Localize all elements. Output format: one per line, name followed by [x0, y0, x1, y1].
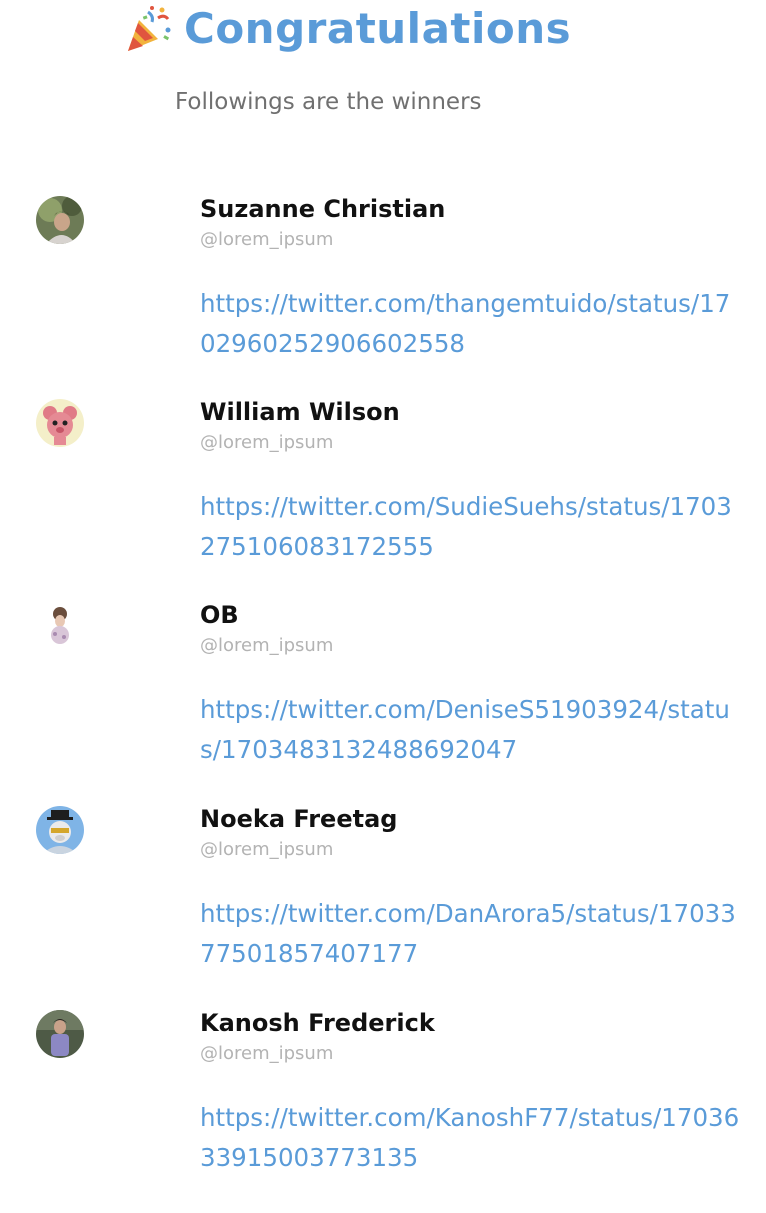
winner-handle[interactable]: @lorem_ipsum — [200, 837, 333, 863]
tweet-link[interactable]: https://twitter.com/KanoshF77/status/170… — [200, 1098, 745, 1178]
winner-name: Suzanne Christian — [200, 195, 446, 223]
winner-item: Suzanne Christian @lorem_ipsum https://t… — [0, 195, 766, 399]
winner-handle[interactable]: @lorem_ipsum — [200, 633, 333, 659]
party-popper-icon — [128, 6, 171, 51]
winner-handle[interactable]: @lorem_ipsum — [200, 430, 333, 456]
winner-item: Noeka Freetag @lorem_ipsum https://twitt… — [0, 805, 766, 1009]
tweet-link[interactable]: https://twitter.com/DeniseS51903924/stat… — [200, 690, 745, 770]
avatar — [36, 1010, 84, 1058]
tweet-link[interactable]: https://twitter.com/SudieSuehs/status/17… — [200, 487, 745, 567]
avatar — [36, 806, 84, 854]
winner-name: William Wilson — [200, 398, 400, 426]
page-title: Congratulations — [184, 4, 572, 53]
avatar — [36, 399, 84, 447]
page-subtitle: Followings are the winners — [175, 89, 482, 115]
winner-name: Kanosh Frederick — [200, 1009, 435, 1037]
winner-item: OB @lorem_ipsum https://twitter.com/Deni… — [0, 601, 766, 805]
winner-name: Noeka Freetag — [200, 805, 398, 833]
winner-name: OB — [200, 601, 239, 629]
tweet-link[interactable]: https://twitter.com/DanArora5/status/170… — [200, 894, 745, 974]
header: Congratulations — [124, 0, 571, 58]
winner-item: Kanosh Frederick @lorem_ipsum https://tw… — [0, 1009, 766, 1213]
tweet-link[interactable]: https://twitter.com/thangemtuido/status/… — [200, 284, 745, 364]
winner-handle[interactable]: @lorem_ipsum — [200, 227, 333, 253]
avatar — [36, 196, 84, 244]
winner-item: William Wilson @lorem_ipsum https://twit… — [0, 398, 766, 602]
avatar — [36, 602, 84, 650]
winner-handle[interactable]: @lorem_ipsum — [200, 1041, 333, 1067]
